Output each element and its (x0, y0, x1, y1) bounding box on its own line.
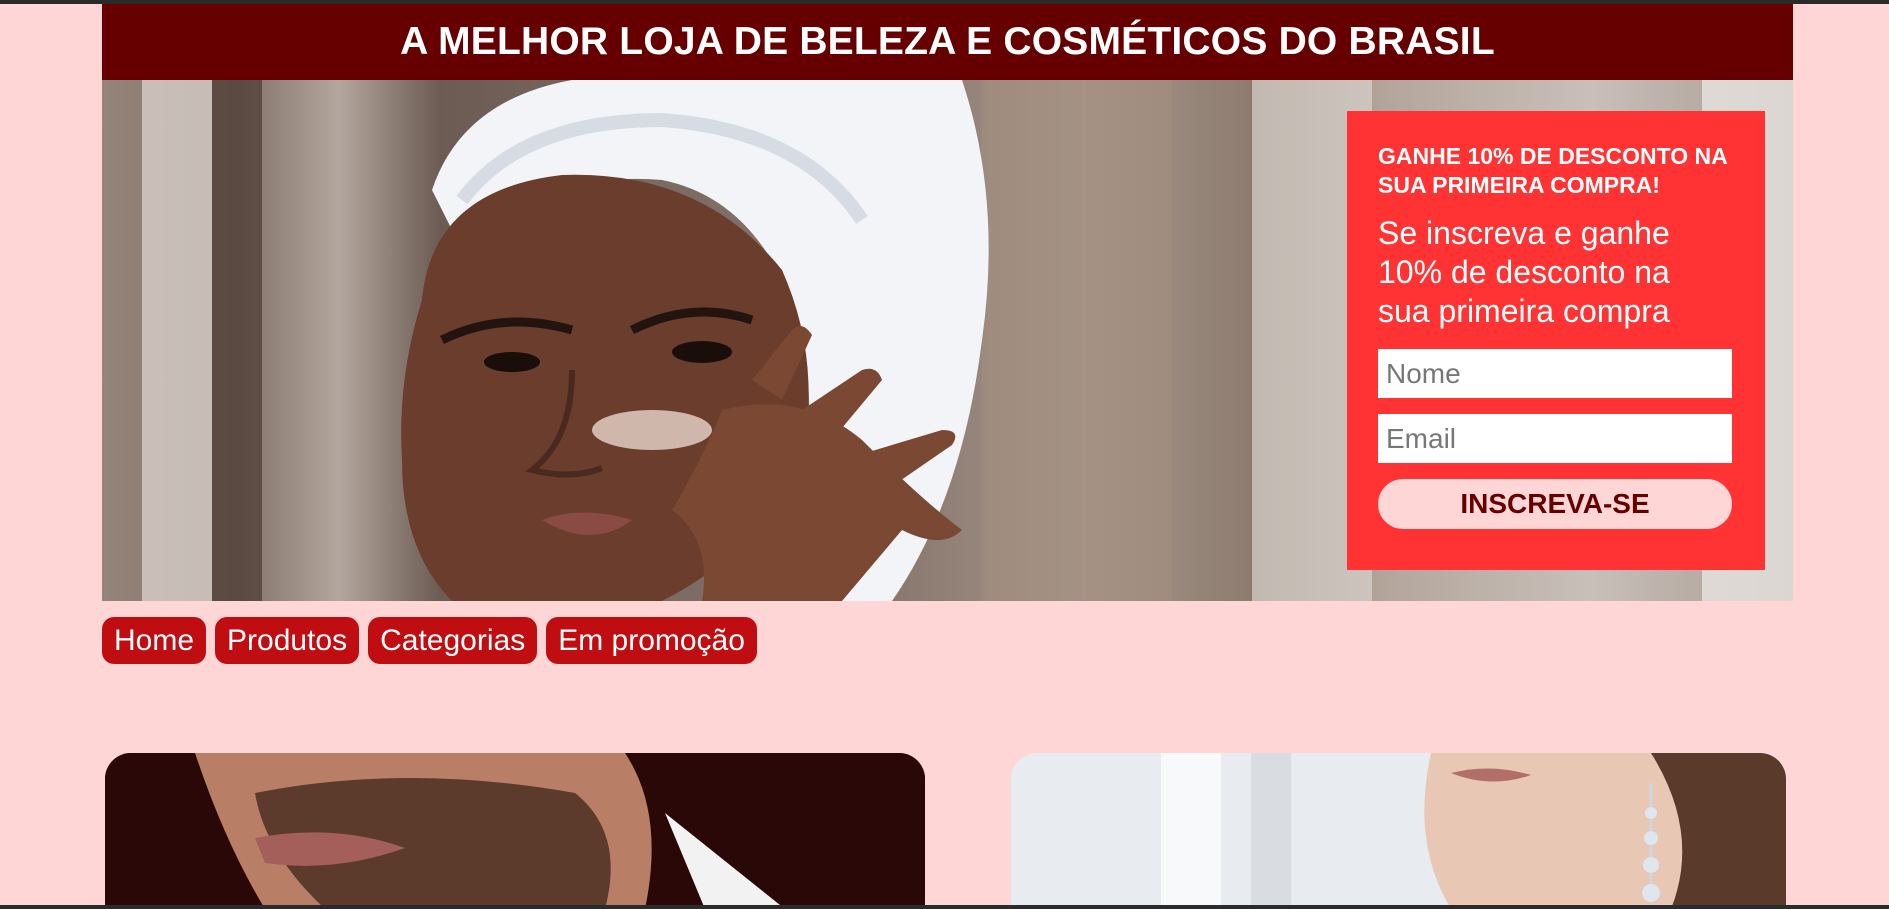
product-card-men[interactable] (105, 753, 925, 909)
banner-title: A MELHOR LOJA DE BELEZA E COSMÉTICOS DO … (400, 20, 1495, 63)
nav-produtos[interactable]: Produtos (215, 617, 360, 664)
signup-box: GANHE 10% DE DESCONTO NA SUA PRIMEIRA CO… (1347, 111, 1765, 570)
man-beard-photo (105, 753, 925, 909)
top-banner: A MELHOR LOJA DE BELEZA E COSMÉTICOS DO … (102, 4, 1793, 80)
signup-text: Se inscreva e ganhe 10% de desconto na s… (1378, 215, 1670, 329)
name-input[interactable] (1378, 349, 1732, 398)
product-card-women[interactable] (1011, 753, 1786, 909)
main-nav: Home Produtos Categorias Em promoção (102, 617, 757, 664)
window-bottom-edge (0, 905, 1889, 909)
nav-home[interactable]: Home (102, 617, 207, 664)
nav-em-promocao[interactable]: Em promoção (546, 617, 757, 664)
email-input[interactable] (1378, 414, 1732, 463)
page-wrapper: A MELHOR LOJA DE BELEZA E COSMÉTICOS DO … (102, 4, 1793, 601)
hero-section: GANHE 10% DE DESCONTO NA SUA PRIMEIRA CO… (102, 80, 1793, 601)
woman-earring-photo (1011, 753, 1786, 909)
nav-categorias[interactable]: Categorias (368, 617, 538, 664)
subscribe-button[interactable]: INSCREVA-SE (1378, 479, 1732, 529)
signup-heading: GANHE 10% DE DESCONTO NA SUA PRIMEIRA CO… (1378, 143, 1727, 198)
